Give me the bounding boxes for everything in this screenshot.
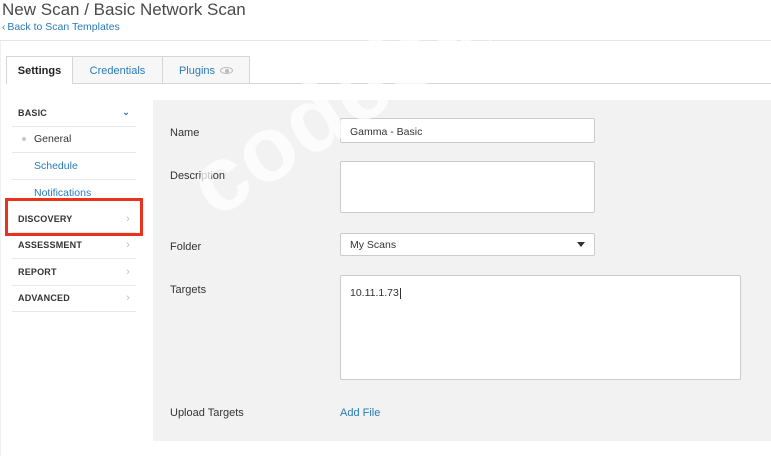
chevron-right-icon: ›	[126, 265, 130, 278]
text-cursor	[399, 287, 401, 299]
tab-plugins[interactable]: Plugins	[162, 56, 250, 84]
sidebar-section-basic[interactable]: BASIC ⌄	[12, 100, 136, 127]
targets-value: 10.11.1.73	[350, 287, 399, 299]
back-link-label: Back to Scan Templates	[7, 21, 120, 33]
tab-plugins-label: Plugins	[178, 64, 216, 77]
page-title: New Scan / Basic Network Scan	[2, 0, 246, 19]
sidebar-section-advanced[interactable]: ADVANCED ›	[12, 286, 136, 312]
caret-down-icon	[577, 242, 585, 247]
sidebar-item-label: General	[34, 133, 72, 146]
sidebar-section-label: REPORT	[18, 266, 57, 277]
tab-settings[interactable]: Settings	[6, 56, 73, 84]
discovery-highlight-box	[5, 198, 143, 236]
sidebar-section-assessment[interactable]: ASSESSMENT ›	[12, 233, 136, 259]
description-field[interactable]	[340, 161, 595, 213]
description-label: Description	[170, 170, 226, 182]
back-to-templates-link[interactable]: ‹ Back to Scan Templates	[2, 21, 120, 33]
sidebar-section-report[interactable]: REPORT ›	[12, 259, 136, 286]
header-divider	[0, 40, 771, 41]
folder-selected-value: My Scans	[350, 238, 397, 251]
tab-divider	[6, 83, 771, 84]
sidebar-section-label: ADVANCED	[18, 293, 70, 304]
sidebar-section-label: BASIC	[18, 107, 48, 118]
name-label: Name	[170, 127, 200, 139]
chevron-right-icon: ›	[126, 292, 130, 305]
folder-select[interactable]: My Scans	[340, 233, 595, 256]
targets-textarea[interactable]: 10.11.1.73	[340, 275, 741, 380]
sidebar-section-label: ASSESSMENT	[18, 240, 83, 251]
name-field[interactable]: Gamma - Basic	[340, 118, 595, 143]
add-file-link[interactable]: Add File	[340, 407, 380, 419]
upload-targets-label: Upload Targets	[170, 407, 244, 419]
targets-label: Targets	[170, 284, 207, 296]
settings-form-panel: Name Gamma - Basic Description Folder My…	[153, 100, 771, 441]
chevron-left-icon: ‹	[2, 22, 6, 33]
settings-tabs: Settings Credentials Plugins	[6, 56, 250, 84]
folder-label: Folder	[170, 241, 202, 253]
sidebar-item-general[interactable]: General	[12, 127, 136, 153]
chevron-right-icon: ›	[126, 239, 130, 252]
chevron-down-icon: ⌄	[122, 107, 130, 118]
bullet-icon	[22, 137, 26, 142]
sidebar-item-schedule[interactable]: Schedule	[12, 153, 136, 180]
tab-credentials[interactable]: Credentials	[72, 56, 163, 84]
page-left-border	[0, 41, 1, 456]
eye-icon	[220, 67, 234, 74]
